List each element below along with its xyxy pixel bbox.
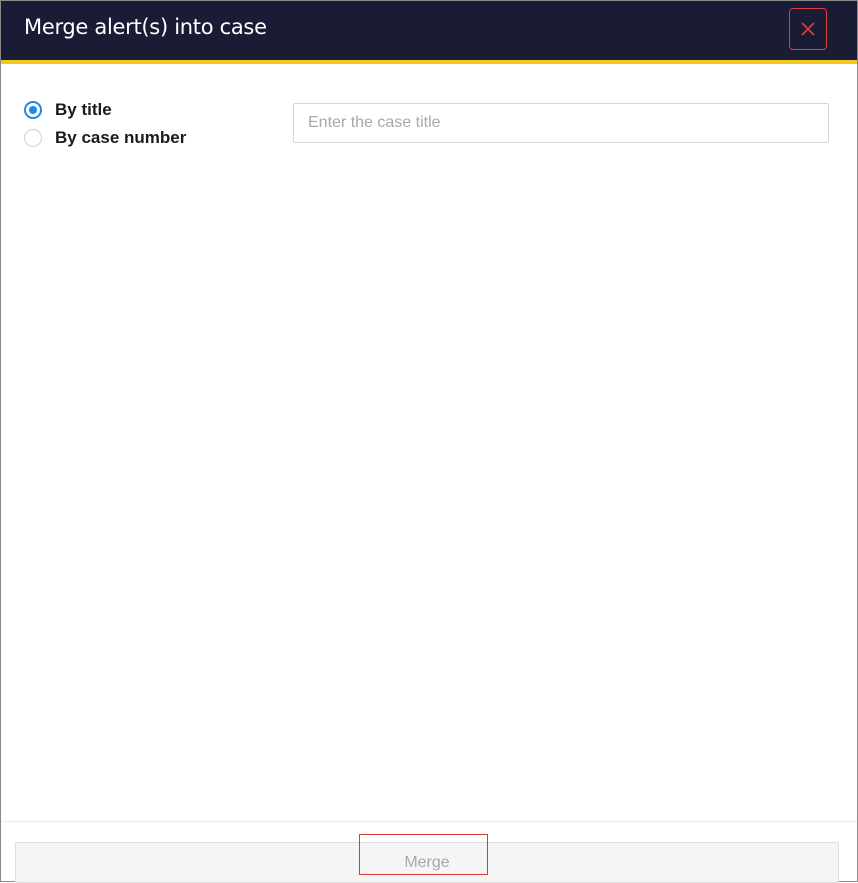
close-button[interactable] [789, 8, 827, 50]
case-title-input[interactable] [293, 103, 829, 143]
merge-button[interactable]: Merge [15, 842, 839, 883]
header-accent-bar [1, 60, 857, 64]
radio-by-title[interactable]: By title [24, 99, 112, 121]
radio-by-case-number[interactable]: By case number [24, 127, 186, 149]
radio-by-case-number-button[interactable] [24, 129, 42, 147]
footer-divider [1, 821, 857, 822]
merge-dialog: Merge alert(s) into case By title By cas… [0, 0, 858, 883]
radio-by-title-button[interactable] [24, 101, 42, 119]
dialog-header: Merge alert(s) into case [1, 1, 857, 60]
dialog-title: Merge alert(s) into case [24, 15, 267, 39]
radio-by-case-number-label: By case number [55, 128, 187, 147]
radio-by-title-label: By title [55, 100, 112, 119]
close-icon [801, 22, 815, 36]
